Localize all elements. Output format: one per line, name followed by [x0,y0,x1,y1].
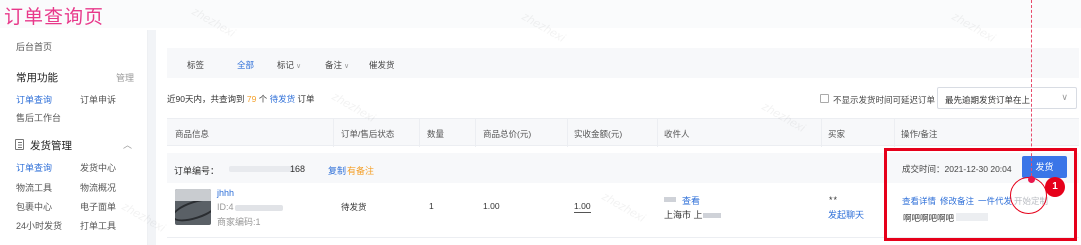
chevron-up-icon[interactable]: ︿ [123,138,132,151]
sort-select[interactable]: 最先逾期发货订单在上 ∨ [937,87,1077,109]
start-chat-link[interactable]: 发起聊天 [828,208,864,221]
has-remark-badge[interactable]: 有备注 [347,164,374,177]
annotation-circle [1010,177,1047,214]
tab-note-label: 备注 [325,60,343,70]
hide-delay-checkbox[interactable] [820,94,829,103]
sidebar-item-ship-center[interactable]: 发货中心 [80,161,116,174]
sidebar-item-home[interactable]: 后台首页 [16,40,52,53]
column-divider [567,119,568,147]
sidebar-item-e-waybill[interactable]: 电子面单 [80,200,116,213]
column-header: 商品信息 [175,129,210,139]
tab-label: 标签 [187,60,205,70]
summary-count: 79 [246,94,257,104]
result-summary: 近90天内，共查询到 79 个 待发货 订单 [167,93,314,105]
order-number-label: 订单编号： [174,166,220,176]
order-number-tail: 168 [290,164,306,174]
product-thumbnail[interactable] [175,189,211,225]
summary-status[interactable]: 待发货 [270,94,296,104]
filter-tabs-bar: 标签 全部 标记 ∨ 备注 ∨ 催发货 [167,48,1079,78]
summary-suffix: 订单 [297,94,315,104]
order-total: 1.00 [483,201,500,211]
chevron-down-icon: ∨ [296,63,302,70]
column-header: 买家 [828,129,846,139]
tab-note[interactable]: 备注 ∨ [325,59,349,71]
column-divider [821,119,822,147]
product-code: 商家编码:1 [217,217,261,227]
section-title-common: 常用功能 [16,72,58,84]
summary-prefix: 近90天内，共查询到 [167,94,245,104]
tab-all[interactable]: 全部 [237,59,254,71]
hide-delay-label: 不显示发货时间可延迟订单 [833,95,936,105]
sidebar-item-24h-shipping[interactable]: 24小时发货 [16,219,62,232]
column-divider [419,119,420,147]
column-header: 实收金额(元) [574,129,623,139]
column-header: 收件人 [664,129,690,139]
sidebar-item-print-tool[interactable]: 打单工具 [80,219,116,232]
summary-unit: 个 [258,94,268,104]
column-divider [894,119,895,147]
annotation-badge: 1 [1045,177,1065,197]
product-id: ID:4 [217,202,283,212]
column-header: 商品总价(元) [483,129,532,139]
document-icon [15,139,24,150]
sidebar-item-ship-order-query[interactable]: 订单查询 [16,161,52,174]
product-id-masked [234,204,283,211]
column-divider [657,119,658,147]
column-divider [333,119,334,147]
sidebar-item-order-query[interactable]: 订单查询 [16,93,52,106]
sidebar-item-aftersale[interactable]: 售后工作台 [16,111,61,124]
order-quantity: 1 [429,201,434,211]
receiver-address-text: 上海市 上 [664,210,703,220]
sort-select-value: 最先逾期发货订单在上 [945,95,1031,105]
content-gutter [148,30,156,245]
receiver-view-link[interactable]: 查看 [682,194,700,207]
order-number-masked [229,166,297,172]
sidebar-item-package-center[interactable]: 包裹中心 [16,200,52,213]
page-title: 订单查询页 [4,6,105,28]
sidebar-item-logistics-overview[interactable]: 物流概况 [80,181,116,194]
column-header: 操作/备注 [901,129,938,139]
sidebar-item-logistics-tools[interactable]: 物流工具 [16,181,52,194]
order-status: 待发货 [341,202,367,212]
section-title-shipping: 发货管理 [30,140,72,152]
receiver-name-masked [664,197,676,202]
chevron-down-icon: ∨ [1061,92,1068,102]
tab-mark-label: 标记 [277,60,295,70]
common-manage-link[interactable]: 管理 [116,71,134,84]
column-header: 订单/售后状态 [341,129,395,139]
receiver-address: 上海市 上 [664,208,721,221]
sidebar-item-order-appeal[interactable]: 订单申诉 [80,93,116,106]
column-header: 数量 [427,129,445,139]
header-band [0,0,1081,28]
order-paid: 1.00 [574,201,591,213]
tab-remind[interactable]: 催发货 [369,59,395,71]
copy-order-button[interactable]: 复制 [328,164,346,177]
annotation-dot [1028,176,1035,183]
chevron-down-icon: ∨ [344,63,350,70]
buyer-name: ** [829,195,839,205]
tab-mark[interactable]: 标记 ∨ [277,59,301,71]
product-name[interactable]: jhhh [217,188,234,198]
sidebar: 后台首页 常用功能 管理 订单查询 订单申诉 售后工作台 发货管理 ︿ 订单查询… [0,30,148,245]
product-id-text: ID:4 [217,202,234,212]
receiver-address-masked [702,213,721,219]
table-header: 商品信息 订单/售后状态 数量 商品总价(元) 实收金额(元) 收件人 买家 操… [167,118,1079,147]
column-divider [475,119,476,147]
